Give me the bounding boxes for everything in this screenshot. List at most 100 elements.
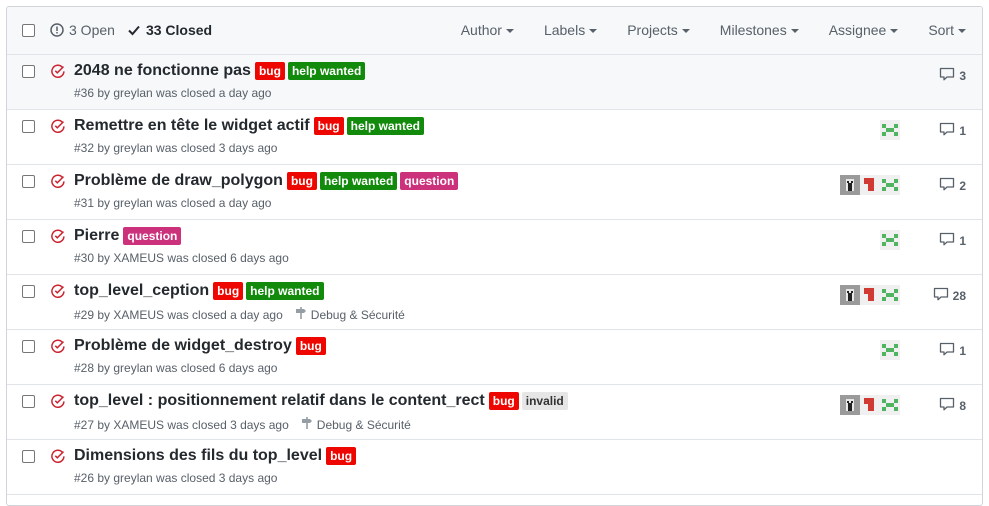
issue-meta-text: #28 by greylan was closed 6 days ago: [74, 361, 278, 375]
issue-comments-link[interactable]: 3: [939, 67, 966, 84]
assignee-avatar[interactable]: [880, 175, 900, 195]
assignee-avatar[interactable]: [880, 340, 900, 360]
issue-row[interactable]: Problème de draw_polygon bug help wanted qu…: [7, 165, 982, 220]
issue-title-link[interactable]: Remettre en tête le widget actif: [74, 117, 310, 135]
issue-checkbox[interactable]: [22, 285, 35, 298]
issue-label[interactable]: bug: [213, 282, 244, 300]
assignee-avatar[interactable]: [860, 175, 880, 195]
chevron-down-icon: [790, 29, 799, 33]
issue-title-line: 2048 ne fonctionne pas bug help wanted: [74, 62, 368, 80]
select-all-checkbox[interactable]: [22, 24, 35, 37]
issue-meta-text: #36 by greylan was closed a day ago: [74, 86, 272, 100]
issue-title-line: Problème de widget_destroy bug: [74, 337, 329, 355]
assignee-filter[interactable]: Assignee: [829, 22, 899, 38]
issue-assignees: [840, 175, 900, 195]
closed-issues-link[interactable]: 33 Closed: [127, 22, 212, 38]
issue-checkbox[interactable]: [22, 450, 35, 463]
issue-title-link[interactable]: Pierre: [74, 227, 119, 245]
issue-label[interactable]: help wanted: [319, 172, 398, 190]
issue-checkbox[interactable]: [22, 175, 35, 188]
assignee-avatar[interactable]: [860, 285, 880, 305]
issue-label[interactable]: help wanted: [346, 117, 424, 135]
assignee-avatar[interactable]: [880, 120, 900, 140]
issue-closed-icon: [51, 64, 65, 81]
issue-closed-icon: [51, 339, 65, 356]
sort-filter[interactable]: Sort: [928, 22, 966, 38]
issue-row[interactable]: Dimensions des fils du top_level bug #26 b…: [7, 440, 982, 495]
comment-icon: [939, 397, 959, 414]
issue-meta: #36 by greylan was closed a day ago: [74, 86, 271, 100]
issue-milestone-label: Debug & Sécurité: [310, 307, 405, 322]
issue-title-link[interactable]: top_level_ception: [74, 282, 209, 300]
assignee-avatar[interactable]: [840, 285, 860, 305]
assignee-avatar[interactable]: [840, 175, 860, 195]
issue-meta: #29 by XAMEUS was closed a day ago Debug …: [74, 306, 405, 323]
closed-count-label: 33 Closed: [145, 22, 213, 38]
issue-label[interactable]: invalid: [521, 392, 568, 410]
issue-row[interactable]: top_level : positionnement relatif dans …: [7, 385, 982, 440]
projects-filter[interactable]: Projects: [627, 22, 690, 38]
issue-comments-link[interactable]: 1: [939, 232, 966, 249]
issue-comment-count: 1: [959, 233, 966, 248]
issue-comments-link[interactable]: 28: [933, 287, 966, 304]
issue-row[interactable]: Problème de widget_destroy bug #28 by grey…: [7, 330, 982, 385]
issue-label[interactable]: help wanted: [287, 62, 366, 80]
issue-meta-text: #29 by XAMEUS was closed a day ago: [74, 307, 283, 322]
assignee-avatar[interactable]: [880, 395, 900, 415]
issue-label[interactable]: bug: [295, 337, 326, 355]
labels-filter[interactable]: Labels: [544, 22, 598, 38]
milestones-filter-label: Milestones: [719, 22, 787, 38]
open-issues-link[interactable]: 3 Open: [50, 22, 115, 38]
issue-title-link[interactable]: 2048 ne fonctionne pas: [74, 62, 251, 80]
issue-title-link[interactable]: top_level : positionnement relatif dans …: [74, 392, 485, 410]
issue-meta: #32 by greylan was closed 3 days ago: [74, 141, 277, 155]
chevron-down-icon: [505, 29, 514, 33]
issue-comments-link[interactable]: 1: [939, 122, 966, 139]
issue-label[interactable]: bug: [488, 392, 519, 410]
filter-bar: Author Labels Projects Milestones Assign…: [461, 22, 982, 38]
comment-icon: [939, 177, 959, 194]
issue-comments-link[interactable]: 2: [939, 177, 966, 194]
author-filter[interactable]: Author: [461, 22, 514, 38]
issue-comment-count: 28: [952, 288, 966, 303]
milestones-filter[interactable]: Milestones: [720, 22, 799, 38]
issue-meta: #30 by XAMEUS was closed 6 days ago: [74, 251, 289, 265]
issues-list: 2048 ne fonctionne pas bug help wanted #36 …: [7, 55, 982, 495]
issue-row[interactable]: Remettre en tête le widget actif bug help …: [7, 110, 982, 165]
issue-label[interactable]: question: [400, 172, 459, 190]
assignee-avatar[interactable]: [860, 395, 880, 415]
issue-label[interactable]: bug: [313, 117, 344, 135]
assignee-avatar[interactable]: [880, 230, 900, 250]
issue-label[interactable]: bug: [326, 447, 357, 465]
issue-comments-link[interactable]: 8: [939, 397, 966, 414]
issue-checkbox[interactable]: [22, 230, 35, 243]
issue-checkbox[interactable]: [22, 340, 35, 353]
assignee-filter-label: Assignee: [828, 22, 887, 38]
issue-label[interactable]: help wanted: [246, 282, 324, 300]
issue-title-link[interactable]: Problème de widget_destroy: [74, 337, 292, 355]
assignee-avatar[interactable]: [880, 285, 900, 305]
comment-icon: [939, 67, 959, 84]
issue-label[interactable]: bug: [286, 172, 317, 190]
issue-meta: #26 by greylan was closed 3 days ago: [74, 471, 277, 485]
milestone-icon: [295, 306, 311, 323]
issue-checkbox[interactable]: [22, 395, 35, 408]
issue-checkbox[interactable]: [22, 65, 35, 78]
issue-title-link[interactable]: Dimensions des fils du top_level: [74, 447, 322, 465]
issue-closed-icon: [51, 229, 65, 246]
issue-row[interactable]: 2048 ne fonctionne pas bug help wanted #36 …: [7, 55, 982, 110]
issue-label[interactable]: bug: [254, 62, 285, 80]
issue-checkbox[interactable]: [22, 120, 35, 133]
issue-title-line: Pierre question: [74, 227, 184, 245]
issue-row[interactable]: top_level_ception bug help wanted #29 by XA…: [7, 275, 982, 330]
issue-milestone-link[interactable]: Debug & Sécurité: [295, 306, 405, 323]
issue-comment-count: 2: [959, 178, 966, 193]
issue-title-link[interactable]: Problème de draw_polygon: [74, 172, 283, 190]
issue-row[interactable]: Pierre question #30 by XAMEUS was closed 6…: [7, 220, 982, 275]
issue-comments-link[interactable]: 1: [939, 342, 966, 359]
issue-milestone-link[interactable]: Debug & Sécurité: [301, 416, 411, 433]
assignee-avatar[interactable]: [840, 395, 860, 415]
issue-label[interactable]: question: [123, 227, 182, 245]
issue-title-line: top_level_ception bug help wanted: [74, 282, 327, 300]
issue-assignees: [880, 230, 900, 250]
